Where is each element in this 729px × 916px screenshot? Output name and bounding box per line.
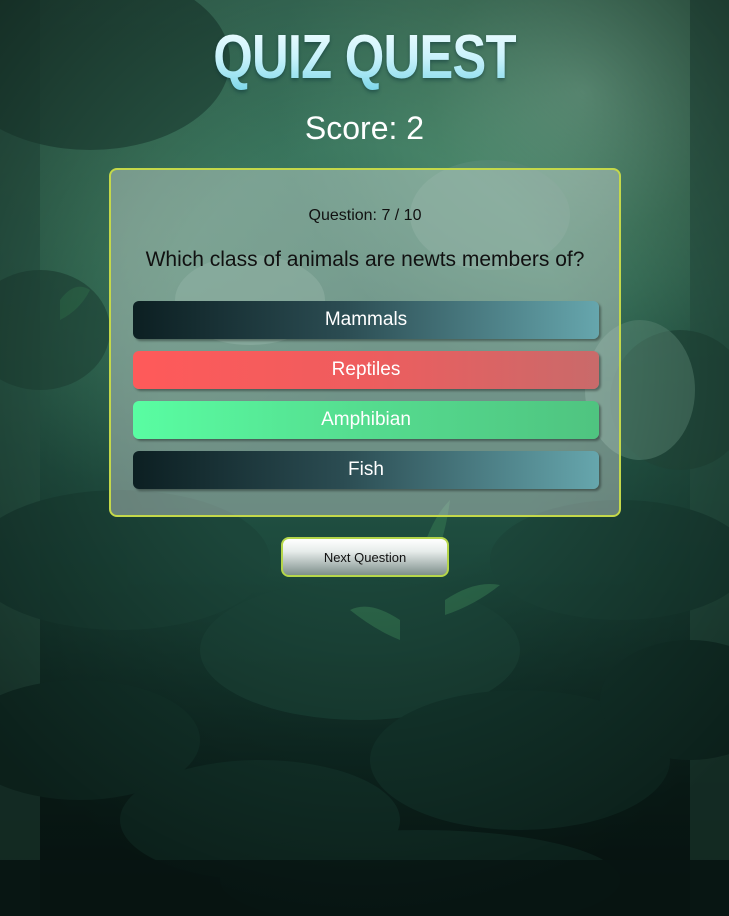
answer-button-fish[interactable]: Fish xyxy=(133,451,599,489)
answer-list: Mammals Reptiles Amphibian Fish xyxy=(133,301,599,501)
quiz-page: QUIZ QUEST Score: 2 Question: 7 / 10 Whi… xyxy=(0,0,729,916)
score-display: Score: 2 xyxy=(304,110,425,146)
question-counter: Question: 7 / 10 xyxy=(308,207,422,224)
question-text: Which class of animals are newts members… xyxy=(145,248,585,271)
answer-button-mammals[interactable]: Mammals xyxy=(133,301,599,339)
answer-button-reptiles[interactable]: Reptiles xyxy=(133,351,599,389)
next-question-button[interactable]: Next Question xyxy=(281,537,449,577)
quiz-card: Question: 7 / 10 Which class of animals … xyxy=(109,168,621,517)
answer-button-amphibian[interactable]: Amphibian xyxy=(133,401,599,439)
app-title: QUIZ QUEST xyxy=(66,26,664,90)
